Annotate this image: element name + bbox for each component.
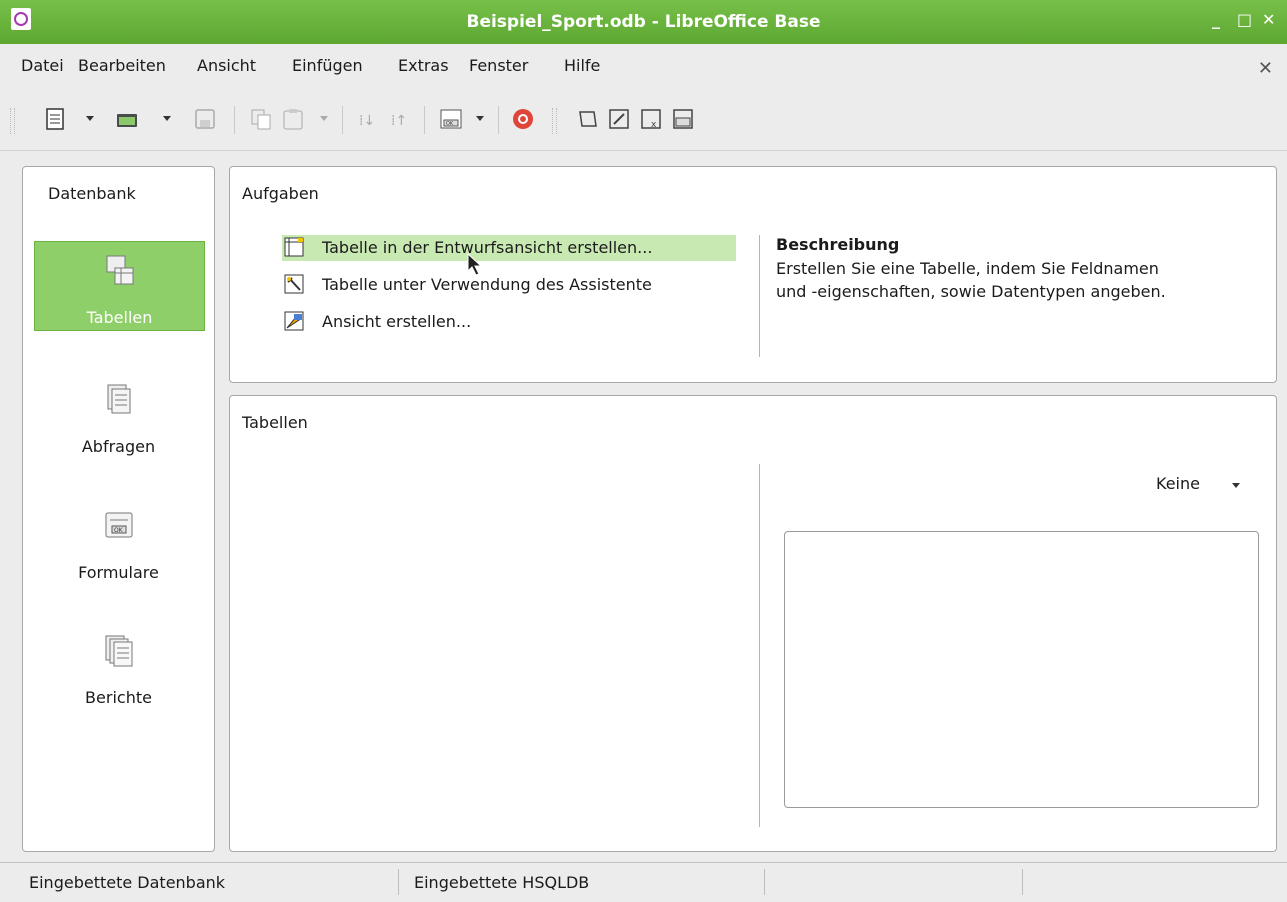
- sidebar-item-berichte[interactable]: Berichte: [34, 622, 203, 710]
- sort-ascending-icon[interactable]: ⁞↓: [356, 106, 382, 132]
- tables-divider: [759, 464, 760, 827]
- open-dropdown-arrow-icon[interactable]: [163, 116, 171, 121]
- save-icon[interactable]: [192, 106, 218, 132]
- svg-text:⁞↑: ⁞↑: [391, 113, 407, 129]
- sort-descending-icon[interactable]: ⁞↑: [388, 106, 414, 132]
- menu-ansicht[interactable]: Ansicht: [197, 56, 256, 75]
- copy-icon[interactable]: [248, 106, 274, 132]
- task-label: Tabelle unter Verwendung des Assistente: [322, 275, 652, 294]
- form-dropdown-arrow-icon[interactable]: [476, 116, 484, 121]
- maximize-icon[interactable]: □: [1237, 10, 1252, 29]
- paste-dropdown-arrow-icon[interactable]: [320, 116, 328, 121]
- tables-icon: [105, 254, 135, 288]
- form-icon[interactable]: OK: [438, 106, 464, 132]
- svg-text:OK: OK: [114, 527, 124, 534]
- database-panel: Datenbank Tabellen Abfragen OK Formulare…: [22, 166, 215, 852]
- status-divider: [764, 869, 765, 895]
- sidebar-item-label: Formulare: [78, 563, 159, 582]
- toolbar-separator: [424, 106, 425, 134]
- menu-einfuegen[interactable]: Einfügen: [292, 56, 363, 75]
- window-title: Beispiel_Sport.odb - LibreOffice Base: [466, 12, 821, 32]
- tasks-header: Aufgaben: [242, 184, 319, 203]
- toolbar: ⁞↓ ⁞↑ OK x: [0, 96, 1287, 151]
- menu-extras[interactable]: Extras: [398, 56, 449, 75]
- tasks-divider: [759, 235, 760, 357]
- menu-datei[interactable]: Datei: [21, 56, 64, 75]
- wizard-icon: [284, 274, 304, 294]
- toolbar-grip[interactable]: [552, 108, 557, 134]
- task-label: Tabelle in der Entwurfsansicht erstellen…: [322, 238, 653, 257]
- sidebar-item-label: Tabellen: [86, 308, 153, 327]
- svg-text:x: x: [651, 120, 657, 130]
- description-text: Erstellen Sie eine Tabelle, indem Sie Fe…: [776, 259, 1166, 301]
- sidebar-item-label: Abfragen: [81, 437, 156, 456]
- chevron-down-icon: [1232, 483, 1240, 488]
- new-document-icon[interactable]: [42, 106, 68, 132]
- status-divider: [398, 869, 399, 895]
- mouse-cursor-icon: [467, 253, 483, 276]
- status-database-engine: Eingebettete HSQLDB: [414, 873, 590, 892]
- sidebar-item-formulare[interactable]: OK Formulare: [34, 497, 203, 585]
- paste-icon[interactable]: [280, 106, 306, 132]
- task-create-table-design[interactable]: Tabelle in der Entwurfsansicht erstellen…: [282, 235, 736, 261]
- rename-icon[interactable]: [670, 106, 696, 132]
- menu-bearbeiten[interactable]: Bearbeiten: [78, 56, 166, 75]
- close-document-icon[interactable]: ✕: [1258, 58, 1273, 79]
- title-bar: Beispiel_Sport.odb - LibreOffice Base _ …: [0, 0, 1287, 44]
- delete-icon[interactable]: x: [638, 106, 664, 132]
- new-dropdown-arrow-icon[interactable]: [86, 116, 94, 121]
- preview-mode-dropdown[interactable]: Keine: [1156, 474, 1240, 493]
- forms-icon: OK: [104, 509, 134, 543]
- toolbar-separator: [234, 106, 235, 134]
- help-icon[interactable]: [510, 106, 536, 132]
- toolbar-separator: [342, 106, 343, 134]
- close-icon[interactable]: ✕: [1262, 10, 1275, 29]
- description-title: Beschreibung: [776, 235, 900, 254]
- status-bar: Eingebettete Datenbank Eingebettete HSQL…: [0, 862, 1287, 902]
- preview-mode-value: Keine: [1156, 474, 1200, 493]
- open-icon[interactable]: [114, 106, 140, 132]
- sidebar-item-abfragen[interactable]: Abfragen: [34, 371, 203, 459]
- minimize-icon[interactable]: _: [1212, 10, 1220, 29]
- tables-header: Tabellen: [242, 413, 308, 432]
- status-divider: [1022, 869, 1023, 895]
- view-create-icon: [284, 311, 304, 331]
- svg-text:⁞↓: ⁞↓: [359, 113, 375, 129]
- toolbar-grip[interactable]: [10, 108, 15, 134]
- database-header: Datenbank: [48, 184, 136, 203]
- queries-icon: [104, 383, 134, 417]
- open-db-object-icon[interactable]: [575, 106, 601, 132]
- tables-panel: Tabellen Keine: [229, 395, 1277, 852]
- edit-icon[interactable]: [606, 106, 632, 132]
- status-database-type: Eingebettete Datenbank: [29, 873, 226, 892]
- sidebar-item-label: Berichte: [85, 688, 152, 707]
- preview-area: [784, 531, 1259, 808]
- table-design-icon: [284, 237, 304, 257]
- reports-icon: [104, 634, 134, 668]
- tasks-panel: Aufgaben Tabelle in der Entwurfsansicht …: [229, 166, 1277, 383]
- menu-bar: Datei Bearbeiten Ansicht Einfügen Extras…: [0, 56, 1287, 88]
- toolbar-separator: [498, 106, 499, 134]
- sidebar-item-tabellen[interactable]: Tabellen: [34, 241, 205, 331]
- svg-text:OK: OK: [446, 121, 454, 127]
- task-label: Ansicht erstellen...: [322, 312, 472, 331]
- menu-hilfe[interactable]: Hilfe: [564, 56, 600, 75]
- menu-fenster[interactable]: Fenster: [469, 56, 528, 75]
